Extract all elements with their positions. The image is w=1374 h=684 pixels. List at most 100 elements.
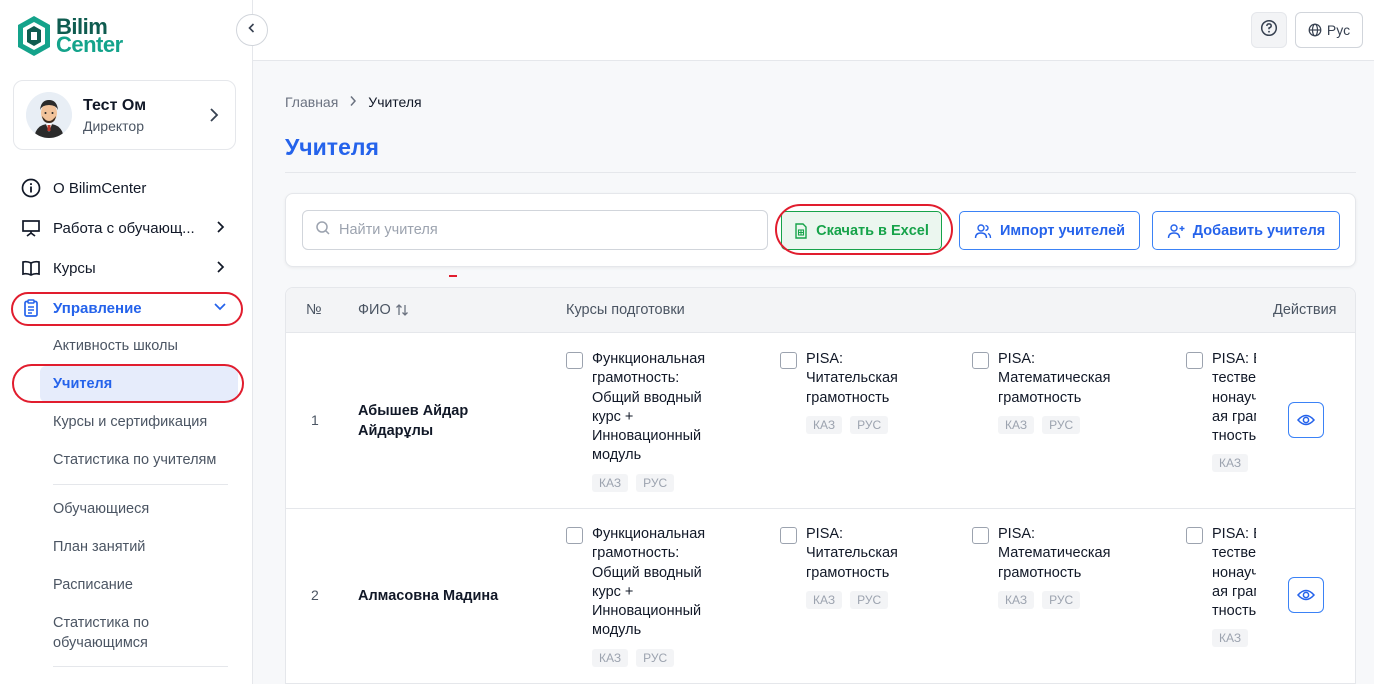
tag-rus: РУС	[1042, 415, 1081, 434]
teacher-name: Абышев Айдар Айдарұлы	[358, 403, 469, 439]
course-item: PISA: Математическая грамотность КАЗ РУС	[972, 525, 1132, 609]
search-icon	[315, 220, 331, 241]
nav-about[interactable]: О BilimCenter	[20, 176, 235, 200]
tag-kaz: КАЗ	[806, 415, 843, 434]
subnav-teacher-stats[interactable]: Статистика по учителям	[53, 450, 216, 470]
sidebar: Bilim Center Тест Ом Директор О BilimCen…	[0, 0, 253, 684]
course-checkbox[interactable]	[566, 527, 583, 544]
profile-card[interactable]: Тест Ом Директор	[13, 80, 236, 150]
header-actions: Действия	[1273, 302, 1337, 318]
course-item: Функциональная грамотность: Общий вводны…	[566, 525, 716, 667]
row-number: 1	[311, 412, 319, 428]
tag-kaz: КАЗ	[998, 415, 1035, 434]
subnav-schedule[interactable]: Расписание	[53, 575, 133, 595]
help-button[interactable]	[1251, 12, 1287, 48]
course-checkbox[interactable]	[1186, 352, 1203, 369]
brand-logo[interactable]: Bilim Center	[16, 14, 123, 58]
breadcrumb-current: Учителя	[368, 94, 422, 110]
breadcrumb-home[interactable]: Главная	[285, 94, 338, 110]
import-teachers-label: Импорт учителей	[999, 222, 1126, 239]
topbar: Рус	[253, 0, 1374, 61]
logo-icon	[16, 14, 52, 58]
tag-rus: РУС	[850, 415, 889, 434]
course-title: PISA: Естественнонаучная грамотность	[1212, 351, 1256, 445]
eye-icon	[1297, 414, 1315, 426]
breadcrumb: Главная Учителя	[285, 94, 422, 110]
teacher-name: Алмасовна Мадина	[358, 588, 499, 604]
subnav-teachers[interactable]: Учителя	[40, 366, 238, 402]
profile-name: Тест Ом	[83, 96, 147, 114]
book-icon	[20, 257, 42, 279]
language-label: Рус	[1326, 22, 1351, 38]
course-title: PISA: Математическая грамотность	[998, 351, 1111, 406]
course-title: Функциональная грамотность: Общий вводны…	[592, 351, 706, 464]
nav-management-label: Управление	[53, 299, 142, 317]
course-title: PISA: Естественнонаучная грамотность	[1212, 526, 1256, 620]
chevron-right-icon	[349, 94, 357, 110]
nav-courses[interactable]: Курсы	[20, 256, 235, 280]
course-checkbox[interactable]	[972, 527, 989, 544]
subnav-courses-certification[interactable]: Курсы и сертификация	[53, 412, 207, 432]
brand-line2: Center	[56, 32, 123, 57]
table-header: № ФИО Курсы подготовки Действия	[286, 288, 1355, 333]
avatar	[26, 92, 72, 138]
download-excel-button[interactable]: Скачать в Excel	[781, 211, 942, 250]
presentation-icon	[20, 217, 42, 239]
search-box[interactable]	[302, 210, 768, 250]
course-title: PISA: Читательская грамотность	[806, 351, 898, 406]
course-title: Функциональная грамотность: Общий вводны…	[592, 526, 706, 639]
subnav-student-stats[interactable]: Статистика по обучающимся	[53, 613, 203, 653]
toolbar: Скачать в Excel Импорт учителей Добавить…	[285, 193, 1356, 267]
nav-courses-label: Курсы	[53, 259, 96, 277]
course-item: PISA: Естественнонаучная грамотность КАЗ	[1186, 525, 1256, 648]
search-input[interactable]	[339, 222, 739, 238]
language-button[interactable]: Рус	[1295, 12, 1363, 48]
view-teacher-button[interactable]	[1288, 402, 1324, 438]
tag-kaz: КАЗ	[806, 590, 843, 609]
subnav-lesson-plan[interactable]: План занятий	[53, 537, 145, 557]
course-checkbox[interactable]	[566, 352, 583, 369]
add-teacher-button[interactable]: Добавить учителя	[1152, 211, 1340, 250]
eye-icon	[1297, 589, 1315, 601]
chevron-left-icon	[246, 21, 258, 39]
info-icon	[20, 177, 42, 199]
title-divider	[285, 172, 1356, 173]
header-name[interactable]: ФИО	[358, 302, 409, 318]
header-courses: Курсы подготовки	[566, 302, 685, 318]
help-icon	[1260, 19, 1278, 42]
subnav-school-activity[interactable]: Активность школы	[53, 336, 178, 356]
table-row: 2 Алмасовна Мадина Функциональная грамот…	[286, 509, 1355, 684]
table-row: 1 Абышев Айдар Айдарұлы Функциональная г…	[286, 334, 1355, 509]
view-teacher-button[interactable]	[1288, 577, 1324, 613]
nav-management[interactable]: Управление	[20, 296, 235, 320]
tag-rus: РУС	[636, 648, 675, 667]
nav-about-label: О BilimCenter	[53, 179, 147, 197]
sort-icon	[395, 304, 408, 316]
add-teacher-label: Добавить учителя	[1192, 222, 1326, 239]
nav-students-work-label: Работа с обучающ...	[53, 219, 195, 237]
nav-students-work[interactable]: Работа с обучающ...	[20, 216, 235, 240]
course-checkbox[interactable]	[972, 352, 989, 369]
course-checkbox[interactable]	[780, 352, 797, 369]
users-icon	[974, 223, 992, 238]
chevron-right-icon	[215, 260, 227, 278]
chevron-right-icon	[215, 220, 227, 238]
tag-kaz: КАЗ	[592, 648, 629, 667]
tag-rus: РУС	[636, 473, 675, 492]
chevron-right-icon	[207, 107, 221, 128]
import-teachers-button[interactable]: Импорт учителей	[959, 211, 1140, 250]
subnav-students[interactable]: Обучающиеся	[53, 499, 149, 519]
row-number: 2	[311, 587, 319, 603]
course-clip: PISA: Естественнонаучная грамотность КАЗ	[1186, 509, 1256, 684]
tag-kaz: КАЗ	[1212, 454, 1249, 473]
sidebar-collapse-button[interactable]	[236, 14, 268, 46]
course-title: PISA: Читательская грамотность	[806, 526, 898, 581]
course-item: PISA: Естественнонаучная грамотность КАЗ	[1186, 350, 1256, 473]
course-item: Функциональная грамотность: Общий вводны…	[566, 350, 716, 492]
chevron-down-icon	[213, 300, 227, 318]
download-excel-label: Скачать в Excel	[816, 222, 929, 239]
clipboard-icon	[20, 297, 42, 319]
course-checkbox[interactable]	[1186, 527, 1203, 544]
course-item: PISA: Читательская грамотность КАЗ РУС	[780, 350, 930, 434]
course-checkbox[interactable]	[780, 527, 797, 544]
